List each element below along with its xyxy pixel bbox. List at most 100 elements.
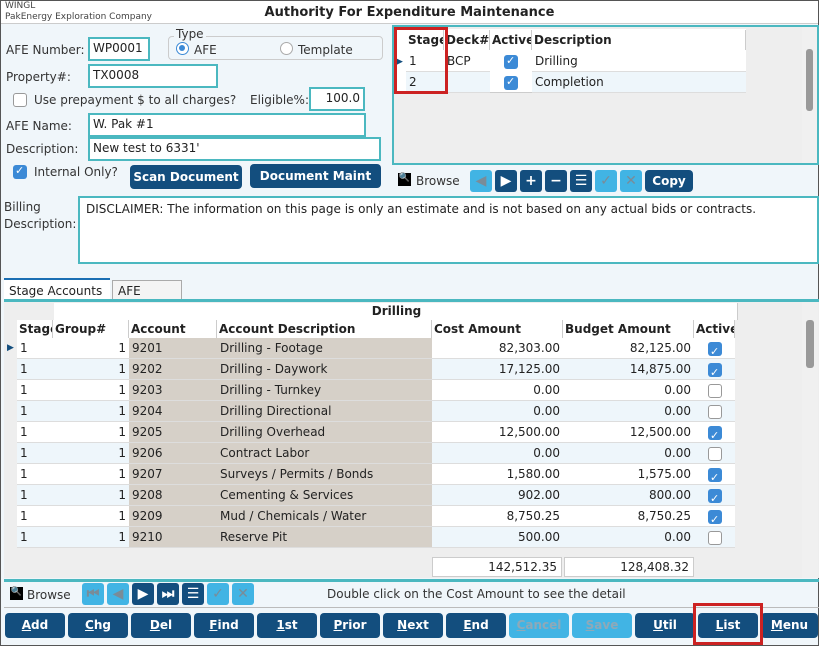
col-stage[interactable]: Stage — [17, 320, 53, 338]
cell-stage[interactable]: 1 — [17, 338, 53, 359]
cell-budget-amount[interactable]: 82,125.00 — [563, 338, 694, 359]
description-input[interactable]: New test to 6331' — [88, 137, 381, 161]
eligible-input[interactable]: 100.0 — [309, 87, 365, 111]
copy-button[interactable]: Copy — [645, 170, 693, 192]
save-button[interactable]: Save — [572, 613, 632, 638]
cell-active[interactable] — [694, 338, 735, 359]
cell-active[interactable] — [694, 527, 735, 548]
active-checkbox[interactable] — [708, 405, 722, 419]
stage-active-checkbox[interactable] — [504, 54, 518, 69]
cell-group[interactable]: 1 — [53, 401, 129, 422]
document-maint-button[interactable]: Document Maint — [250, 164, 381, 188]
cell-budget-amount[interactable]: 1,575.00 — [563, 464, 694, 485]
cell-active[interactable] — [694, 506, 735, 527]
cell-account-description[interactable]: Drilling Overhead — [217, 422, 432, 443]
del-button[interactable]: Del — [131, 613, 191, 638]
billing-textarea[interactable]: DISCLAIMER: The information on this page… — [78, 196, 819, 264]
cell-account[interactable]: 9208 — [129, 485, 217, 506]
col-description[interactable]: Description — [532, 30, 746, 50]
cancel-icon[interactable]: ✕ — [232, 583, 254, 605]
cell-account[interactable]: 9210 — [129, 527, 217, 548]
radio-template[interactable] — [280, 42, 293, 55]
cell-group[interactable]: 1 — [53, 527, 129, 548]
radio-afe[interactable] — [176, 42, 189, 55]
cell-active[interactable] — [694, 422, 735, 443]
active-checkbox[interactable] — [708, 341, 722, 358]
list-icon[interactable]: ☰ — [570, 170, 592, 192]
next-icon[interactable]: ▶ — [132, 583, 154, 605]
chg-button[interactable]: Chg — [68, 613, 128, 638]
cell-account[interactable]: 9205 — [129, 422, 217, 443]
next-button[interactable]: Next — [383, 613, 443, 638]
cell-account-description[interactable]: Drilling - Footage — [217, 338, 432, 359]
cell-budget-amount[interactable]: 0.00 — [563, 443, 694, 464]
prepay-checkbox[interactable] — [13, 93, 27, 107]
active-checkbox[interactable] — [708, 384, 722, 398]
stage-desc-cell[interactable]: Drilling — [532, 51, 746, 72]
list-icon[interactable]: ☰ — [182, 583, 204, 605]
col-budget-amount[interactable]: Budget Amount — [563, 320, 694, 338]
active-checkbox[interactable] — [708, 488, 722, 505]
cell-account-description[interactable]: Contract Labor — [217, 443, 432, 464]
cell-stage[interactable]: 1 — [17, 443, 53, 464]
col-active[interactable]: Active — [490, 30, 532, 50]
cell-account[interactable]: 9207 — [129, 464, 217, 485]
cell-cost-amount[interactable]: 0.00 — [432, 401, 563, 422]
stage-desc-cell[interactable]: Completion — [532, 72, 746, 93]
cell-budget-amount[interactable]: 14,875.00 — [563, 359, 694, 380]
cell-budget-amount[interactable]: 800.00 — [563, 485, 694, 506]
col-active[interactable]: Active — [694, 320, 735, 338]
cell-account-description[interactable]: Drilling Directional — [217, 401, 432, 422]
cell-group[interactable]: 1 — [53, 485, 129, 506]
afe-number-input[interactable]: WP0001 — [88, 37, 150, 61]
cell-active[interactable] — [694, 464, 735, 485]
active-checkbox[interactable] — [708, 509, 722, 526]
deck-cell[interactable] — [444, 72, 490, 93]
internal-checkbox[interactable] — [13, 164, 27, 179]
cell-cost-amount[interactable]: 82,303.00 — [432, 338, 563, 359]
add-icon[interactable]: + — [520, 170, 542, 192]
1st-button[interactable]: 1st — [257, 613, 317, 638]
last-icon[interactable]: ⏭ — [157, 583, 179, 605]
active-checkbox[interactable] — [708, 447, 722, 461]
cell-group[interactable]: 1 — [53, 464, 129, 485]
cell-account-description[interactable]: Surveys / Permits / Bonds — [217, 464, 432, 485]
menu-button[interactable]: Menu — [761, 613, 818, 638]
cell-group[interactable]: 1 — [53, 422, 129, 443]
cell-account-description[interactable]: Reserve Pit — [217, 527, 432, 548]
stage-active-checkbox[interactable] — [504, 75, 518, 90]
find-button[interactable]: Find — [194, 613, 254, 638]
prev-icon[interactable]: ◀ — [107, 583, 129, 605]
cell-active[interactable] — [694, 401, 735, 422]
accounts-scrollbar[interactable] — [802, 302, 818, 578]
col-account[interactable]: Account — [129, 320, 217, 338]
cell-active[interactable] — [694, 443, 735, 464]
cell-account-description[interactable]: Drilling - Daywork — [217, 359, 432, 380]
cell-account[interactable]: 9209 — [129, 506, 217, 527]
first-icon[interactable]: ⏮ — [82, 583, 104, 605]
cell-account[interactable]: 9206 — [129, 443, 217, 464]
col-account-description[interactable]: Account Description — [217, 320, 432, 338]
cancel-button[interactable]: Cancel — [509, 613, 569, 638]
cell-active[interactable] — [694, 380, 735, 401]
cell-group[interactable]: 1 — [53, 506, 129, 527]
cell-stage[interactable]: 1 — [17, 527, 53, 548]
cell-stage[interactable]: 1 — [17, 401, 53, 422]
end-button[interactable]: End — [446, 613, 506, 638]
tab-afe-notes[interactable]: AFE Notes — [112, 280, 182, 312]
cell-account-description[interactable]: Cementing & Services — [217, 485, 432, 506]
prev-icon[interactable]: ◀ — [470, 170, 492, 192]
cell-stage[interactable]: 1 — [17, 506, 53, 527]
col-cost-amount[interactable]: Cost Amount — [432, 320, 563, 338]
cell-budget-amount[interactable]: 0.00 — [563, 401, 694, 422]
cell-group[interactable]: 1 — [53, 380, 129, 401]
deck-cell[interactable]: BCP — [444, 51, 490, 72]
cell-active[interactable] — [694, 359, 735, 380]
cell-group[interactable]: 1 — [53, 443, 129, 464]
prior-button[interactable]: Prior — [320, 613, 380, 638]
cell-stage[interactable]: 1 — [17, 464, 53, 485]
cell-cost-amount[interactable]: 902.00 — [432, 485, 563, 506]
remove-icon[interactable]: − — [545, 170, 567, 192]
cell-cost-amount[interactable]: 8,750.25 — [432, 506, 563, 527]
cell-stage[interactable]: 1 — [17, 422, 53, 443]
